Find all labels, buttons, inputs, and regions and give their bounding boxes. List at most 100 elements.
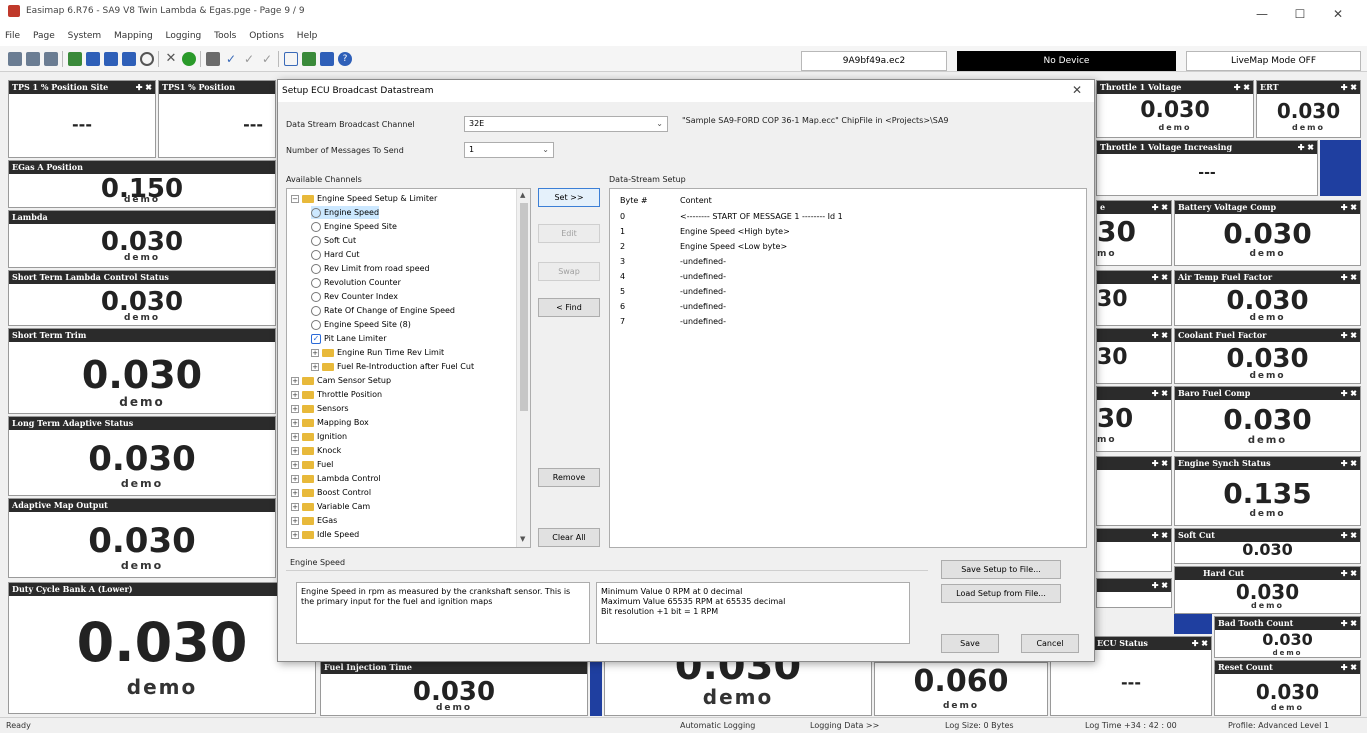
gauge-close-icon[interactable]: ✚ ✖ (1152, 457, 1168, 470)
scroll-up-icon[interactable]: ▲ (520, 191, 525, 199)
channel-select[interactable]: 32E ⌄ (464, 116, 668, 132)
menu-logging[interactable]: Logging (161, 28, 207, 44)
tree-item[interactable]: + Fuel Re-Introduction after Fuel Cut (311, 360, 474, 373)
dialog-close-icon[interactable]: ✕ (1072, 83, 1082, 97)
tree-item[interactable]: + Boost Control (291, 486, 371, 499)
gauge-ert[interactable]: ERT ✚ ✖ 0.030 demo (1256, 80, 1361, 138)
gauge-coolant-fuel-factor[interactable]: Coolant Fuel Factor ✚ ✖ 0.030 demo (1174, 328, 1361, 384)
gauge-lambda[interactable]: Lambda 0.030 demo (8, 210, 276, 268)
toolbar-live-icon[interactable] (182, 52, 196, 66)
ds-row-byte[interactable]: 1 (620, 227, 625, 236)
expand-icon[interactable]: + (291, 432, 299, 441)
help-icon[interactable]: ? (338, 52, 352, 66)
gauge-close-icon[interactable]: ✚ ✖ (1234, 81, 1250, 94)
gauge-partial-7[interactable]: ✚ ✖ (1096, 578, 1172, 608)
tree-item[interactable]: + Variable Cam (291, 500, 370, 513)
gauge-partial-2[interactable]: ✚ ✖ 30 (1096, 270, 1172, 326)
clear-all-button[interactable]: Clear All (538, 528, 600, 547)
tree-item[interactable]: + Knock (291, 444, 341, 457)
gauge-bottom-060[interactable]: 0.060 demo (874, 662, 1048, 716)
ds-row-byte[interactable]: 6 (620, 302, 625, 311)
tree-item[interactable]: + Lambda Control (291, 472, 381, 485)
ds-row-byte[interactable]: 7 (620, 317, 625, 326)
gauge-close-icon[interactable]: ✚ ✖ (1298, 141, 1314, 154)
gauge-close-icon[interactable]: ✚ ✖ (1341, 201, 1357, 214)
scroll-thumb[interactable] (520, 203, 528, 411)
gauge-throttle-voltage[interactable]: Throttle 1 Voltage ✚ ✖ 0.030 demo (1096, 80, 1254, 138)
ds-row-byte[interactable]: 0 (620, 212, 625, 221)
tree-item[interactable]: ✓ Pit Lane Limiter (311, 332, 387, 345)
tree-item[interactable]: + Ignition (291, 430, 347, 443)
gauge-close-icon[interactable]: ✚ ✖ (1341, 661, 1357, 674)
tree-item[interactable]: Rate Of Change of Engine Speed (311, 304, 455, 317)
ds-row-content[interactable]: Engine Speed <High byte> (680, 227, 790, 236)
gauge-close-icon[interactable]: ✚ ✖ (136, 81, 152, 94)
tree-item[interactable]: + Cam Sensor Setup (291, 374, 391, 387)
collapse-icon[interactable]: − (291, 194, 299, 203)
toolbar-save-icon[interactable] (26, 52, 40, 66)
menu-help[interactable]: Help (292, 28, 323, 44)
minimize-button[interactable]: — (1245, 4, 1279, 24)
set-button[interactable]: Set >> (538, 188, 600, 207)
gauge-close-icon[interactable]: ✚ ✖ (1152, 387, 1168, 400)
ds-row-content[interactable]: -undefined- (680, 257, 726, 266)
gauge-adaptive-map-output[interactable]: Adaptive Map Output 0.030 demo (8, 498, 276, 578)
toolbar-print-icon[interactable] (44, 52, 58, 66)
expand-icon[interactable]: + (311, 348, 319, 357)
gauge-close-icon[interactable]: ✚ ✖ (1341, 329, 1357, 342)
datastream-setup-list[interactable]: Byte # Content 0 <-------- START OF MESSA… (609, 188, 1087, 548)
gauge-close-icon[interactable]: ✚ ✖ (1152, 529, 1168, 542)
expand-icon[interactable]: + (291, 502, 299, 511)
toolbar-edit2-icon[interactable]: ✓ (242, 52, 256, 66)
gauge-close-icon[interactable]: ✚ ✖ (1192, 637, 1208, 650)
toolbar-connect-icon[interactable] (68, 52, 82, 66)
toolbar-page-icon[interactable] (302, 52, 316, 66)
ds-row-content[interactable]: -undefined- (680, 272, 726, 281)
ds-row-content[interactable]: -undefined- (680, 302, 726, 311)
expand-icon[interactable]: + (291, 516, 299, 525)
tree-item[interactable]: + Fuel (291, 458, 333, 471)
expand-icon[interactable]: + (291, 418, 299, 427)
gauge-bad-tooth-count[interactable]: Bad Tooth Count ✚ ✖ 0.030 demo (1214, 616, 1361, 658)
expand-icon[interactable]: + (291, 446, 299, 455)
toolbar-edit3-icon[interactable]: ✓ (260, 52, 274, 66)
gauge-short-term-trim[interactable]: Short Term Trim 0.030 demo (8, 328, 276, 414)
menu-page[interactable]: Page (28, 28, 60, 44)
gauge-close-icon[interactable]: ✚ ✖ (1152, 329, 1168, 342)
gauge-partial-3[interactable]: ✚ ✖ 30 (1096, 328, 1172, 384)
menu-system[interactable]: System (63, 28, 107, 44)
ds-row-byte[interactable]: 5 (620, 287, 625, 296)
gauge-close-icon[interactable]: ✚ ✖ (1152, 579, 1168, 592)
tree-item[interactable]: + Mapping Box (291, 416, 369, 429)
tree-item[interactable]: + Idle Speed (291, 528, 359, 541)
toolbar-page2-icon[interactable] (320, 52, 334, 66)
gauge-close-icon[interactable]: ✚ ✖ (1341, 81, 1357, 94)
messages-select[interactable]: 1 ⌄ (464, 142, 554, 158)
gauge-partial-1[interactable]: e ✚ ✖ 30 mo (1096, 200, 1172, 266)
maximize-button[interactable]: ☐ (1283, 4, 1317, 24)
tree-item[interactable]: Engine Speed (311, 206, 380, 219)
gauge-hard-cut[interactable]: Hard Cut ✚ ✖ 0.030 demo (1174, 566, 1361, 614)
gauge-close-icon[interactable]: ✚ ✖ (1341, 387, 1357, 400)
edit-button[interactable]: Edit (538, 224, 600, 243)
gauge-throttle-voltage-increasing[interactable]: Throttle 1 Voltage Increasing ✚ ✖ --- (1096, 140, 1318, 196)
ds-row-byte[interactable]: 3 (620, 257, 625, 266)
gauge-baro-fuel-comp[interactable]: Baro Fuel Comp ✚ ✖ 0.030 demo (1174, 386, 1361, 452)
gauge-close-icon[interactable]: ✚ ✖ (1341, 567, 1357, 580)
cancel-button[interactable]: Cancel (1021, 634, 1079, 653)
expand-icon[interactable]: + (291, 488, 299, 497)
gauge-tps1-site[interactable]: TPS 1 % Position Site ✚ ✖ --- (8, 80, 156, 158)
gauge-duty-cycle-bank-a[interactable]: Duty Cycle Bank A (Lower) 0.030 demo (8, 582, 316, 714)
tree-item[interactable]: Soft Cut (311, 234, 356, 247)
tree-item[interactable]: + Throttle Position (291, 388, 382, 401)
gauge-soft-cut[interactable]: Soft Cut ✚ ✖ 0.030 (1174, 528, 1361, 564)
tree-item[interactable]: Engine Speed Site (8) (311, 318, 411, 331)
gauge-battery-voltage-comp[interactable]: Battery Voltage Comp ✚ ✖ 0.030 demo (1174, 200, 1361, 266)
menu-mapping[interactable]: Mapping (109, 28, 158, 44)
ds-row-content[interactable]: -undefined- (680, 287, 726, 296)
toolbar-open-icon[interactable] (8, 52, 22, 66)
gauge-close-icon[interactable]: ✚ ✖ (1341, 271, 1357, 284)
gauge-air-temp-fuel-factor[interactable]: Air Temp Fuel Factor ✚ ✖ 0.030 demo (1174, 270, 1361, 326)
ds-row-byte[interactable]: 2 (620, 242, 625, 251)
load-setup-from-file-button[interactable]: Load Setup from File... (941, 584, 1061, 603)
